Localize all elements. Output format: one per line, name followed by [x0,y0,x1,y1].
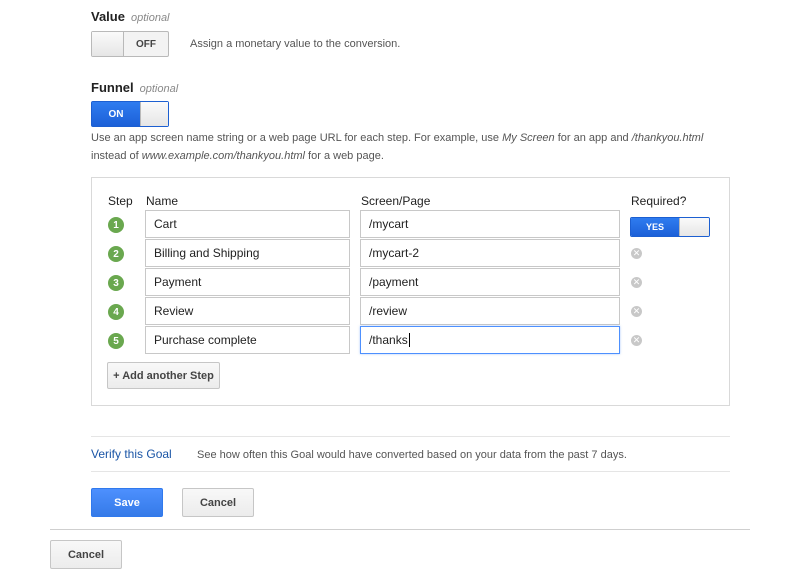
step-name-input[interactable]: Review [145,297,350,325]
save-button[interactable]: Save [91,488,163,517]
step-name-input[interactable]: Purchase complete [145,326,350,354]
funnel-toggle-state: ON [92,102,140,126]
text-cursor [408,333,410,347]
step-number-badge: 1 [108,217,124,233]
required-toggle[interactable]: YES [630,217,710,237]
funnel-help-example-app: My Screen [502,132,555,144]
funnel-optional: optional [139,83,179,95]
verify-divider-top [91,436,730,437]
step-number-badge: 4 [108,304,124,320]
outer-divider [50,529,750,530]
value-label: Value [91,9,125,24]
cancel-button[interactable]: Cancel [182,488,254,517]
step-page-input[interactable]: /payment [360,268,620,296]
step-number-badge: 5 [108,333,124,349]
step-name-input[interactable]: Payment [145,268,350,296]
remove-step-icon[interactable]: ✕ [631,277,642,288]
funnel-help-text: Use an app screen name string or a web p… [91,129,731,165]
value-heading: Value optional [91,9,170,24]
step-name-input[interactable]: Billing and Shipping [145,239,350,267]
remove-step-icon[interactable]: ✕ [631,306,642,317]
funnel-help-part: for a web page. [305,150,384,162]
funnel-help-part: Use an app screen name string or a web p… [91,132,503,144]
step-name-input[interactable]: Cart [145,210,350,238]
funnel-toggle[interactable]: ON [91,101,169,127]
value-toggle-state: OFF [136,38,156,50]
value-optional: optional [130,12,170,24]
column-header-screen-page: Screen/Page [361,194,431,208]
step-page-input[interactable]: /mycart-2 [360,239,620,267]
required-toggle-knob [679,218,709,236]
value-description: Assign a monetary value to the conversio… [190,38,401,50]
outer-cancel-button[interactable]: Cancel [50,540,122,569]
add-another-step-button[interactable]: + Add another Step [107,362,220,389]
step-page-input-focused[interactable]: /thanks [360,326,620,354]
funnel-help-example-page: /thankyou.html [631,132,704,144]
column-header-step: Step [108,194,133,208]
verify-goal-link[interactable]: Verify this Goal [91,447,172,461]
column-header-required: Required? [631,194,687,208]
step-number-badge: 3 [108,275,124,291]
funnel-help-part: instead of [91,150,142,162]
value-toggle-knob [92,32,124,56]
funnel-toggle-knob [140,102,168,126]
verify-goal-description: See how often this Goal would have conve… [197,449,627,461]
step-number-badge: 2 [108,246,124,262]
step-page-input[interactable]: /review [360,297,620,325]
column-header-name: Name [146,194,179,208]
funnel-help-part: for an app and [554,132,632,144]
funnel-label: Funnel [91,80,134,95]
funnel-heading: Funnel optional [91,80,178,95]
verify-divider-bottom [91,471,730,472]
step-page-input[interactable]: /mycart [360,210,620,238]
remove-step-icon[interactable]: ✕ [631,335,642,346]
remove-step-icon[interactable]: ✕ [631,248,642,259]
step-page-value: /thanks [369,333,408,347]
required-toggle-state: YES [631,218,679,236]
funnel-help-example-url: www.example.com/thankyou.html [141,150,305,162]
value-toggle[interactable]: OFF [91,31,169,57]
